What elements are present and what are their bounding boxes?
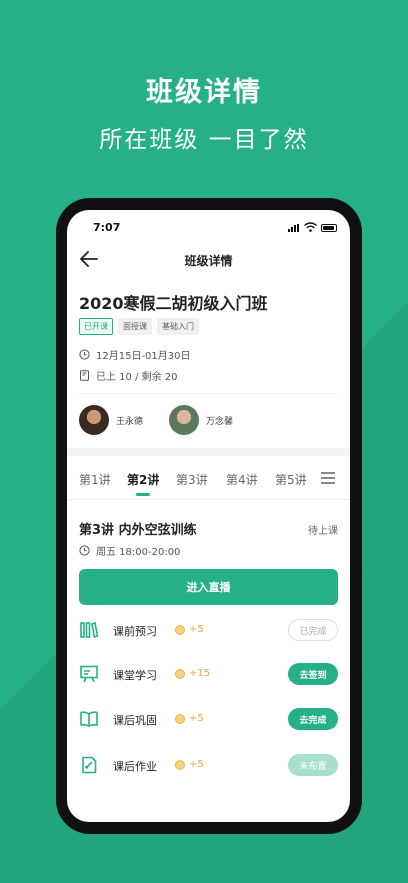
task-points: +5 bbox=[189, 759, 204, 770]
task-action-button[interactable]: 未布置 bbox=[288, 754, 338, 776]
coin-icon bbox=[175, 625, 185, 635]
lesson-status: 待上课 bbox=[308, 526, 338, 537]
signal-icon bbox=[288, 224, 300, 232]
lesson-time-row: 周五 18:00-20:00 bbox=[79, 543, 180, 558]
active-tab-indicator bbox=[136, 493, 150, 496]
task-label: 课前预习 bbox=[113, 625, 157, 638]
lesson-title: 第3讲 内外空弦训练 bbox=[79, 523, 197, 538]
nav-bar: 班级详情 bbox=[67, 244, 350, 274]
class-title: 2020寒假二胡初级入门班 bbox=[79, 294, 268, 313]
date-range: 12月15日-01月30日 bbox=[96, 351, 191, 362]
teacher-name: 王永德 bbox=[116, 416, 144, 427]
tag-type: 面授课 bbox=[118, 318, 152, 335]
tag-status: 已开课 bbox=[79, 318, 113, 335]
battery-icon bbox=[321, 224, 337, 232]
coin-icon bbox=[175, 669, 185, 679]
clock-icon bbox=[79, 545, 90, 556]
tag-level: 基础入门 bbox=[157, 318, 199, 335]
task-points: +5 bbox=[189, 624, 204, 635]
promo-subtitle: 所在班级 一目了然 bbox=[99, 127, 309, 153]
progress-row: 已上 10 / 剩余 20 bbox=[79, 368, 178, 383]
clock-icon bbox=[79, 349, 90, 360]
section-divider bbox=[67, 448, 350, 456]
books-icon bbox=[80, 621, 99, 639]
lesson-time: 周五 18:00-20:00 bbox=[96, 547, 181, 558]
task-points: +5 bbox=[189, 713, 204, 724]
task-action-button[interactable]: 去完成 bbox=[288, 708, 338, 730]
tab-lesson-3[interactable]: 第3讲 bbox=[176, 471, 208, 488]
presentation-icon bbox=[80, 665, 98, 683]
wifi-icon bbox=[304, 222, 317, 232]
task-row: 课前预习 +5 已完成 bbox=[79, 616, 338, 644]
nav-title: 班级详情 bbox=[184, 254, 233, 268]
lesson-tabs: 第1讲 第2讲 第3讲 第4讲 第5讲 bbox=[67, 456, 350, 500]
avatar bbox=[169, 405, 200, 435]
class-tags: 已开课 面授课 基础入门 bbox=[79, 318, 199, 335]
phone-screen: 7:07 班级详情 2020寒假二胡初级入门班 已开课 面授课 基础入门 12月… bbox=[67, 210, 350, 822]
task-row: 课堂学习 +15 去签到 bbox=[79, 660, 338, 688]
tab-lesson-5[interactable]: 第5讲 bbox=[275, 471, 307, 488]
avatar bbox=[79, 405, 109, 435]
task-action-button[interactable]: 去签到 bbox=[288, 663, 338, 685]
task-label: 课后巩固 bbox=[113, 714, 157, 727]
promo-title: 班级详情 bbox=[146, 77, 262, 108]
class-progress: 已上 10 / 剩余 20 bbox=[96, 372, 178, 383]
task-points: +15 bbox=[189, 668, 211, 679]
task-row: 课后作业 +5 未布置 bbox=[79, 751, 338, 779]
notebook-icon bbox=[80, 370, 89, 381]
teacher-item[interactable]: 万念馨 bbox=[169, 405, 233, 435]
task-label: 课后作业 bbox=[113, 760, 157, 773]
task-row: 课后巩固 +5 去完成 bbox=[79, 705, 338, 733]
coin-icon bbox=[175, 760, 185, 770]
date-range-row: 12月15日-01月30日 bbox=[79, 347, 191, 362]
enter-live-button[interactable]: 进入直播 bbox=[79, 569, 338, 605]
task-label: 课堂学习 bbox=[113, 669, 157, 682]
teacher-list: 王永德 万念馨 bbox=[79, 405, 233, 435]
status-bar: 7:07 bbox=[67, 210, 350, 244]
divider bbox=[79, 393, 338, 394]
coin-icon bbox=[175, 714, 185, 724]
teacher-name: 万念馨 bbox=[206, 416, 234, 427]
tab-lesson-2[interactable]: 第2讲 bbox=[127, 471, 159, 488]
menu-icon[interactable] bbox=[321, 472, 335, 484]
teacher-item[interactable]: 王永德 bbox=[79, 405, 143, 435]
open-book-icon bbox=[80, 711, 98, 727]
tab-lesson-1[interactable]: 第1讲 bbox=[79, 471, 111, 488]
status-time: 7:07 bbox=[93, 221, 121, 234]
homework-icon bbox=[82, 756, 97, 774]
task-action-button[interactable]: 已完成 bbox=[288, 619, 338, 641]
tab-lesson-4[interactable]: 第4讲 bbox=[226, 471, 258, 488]
